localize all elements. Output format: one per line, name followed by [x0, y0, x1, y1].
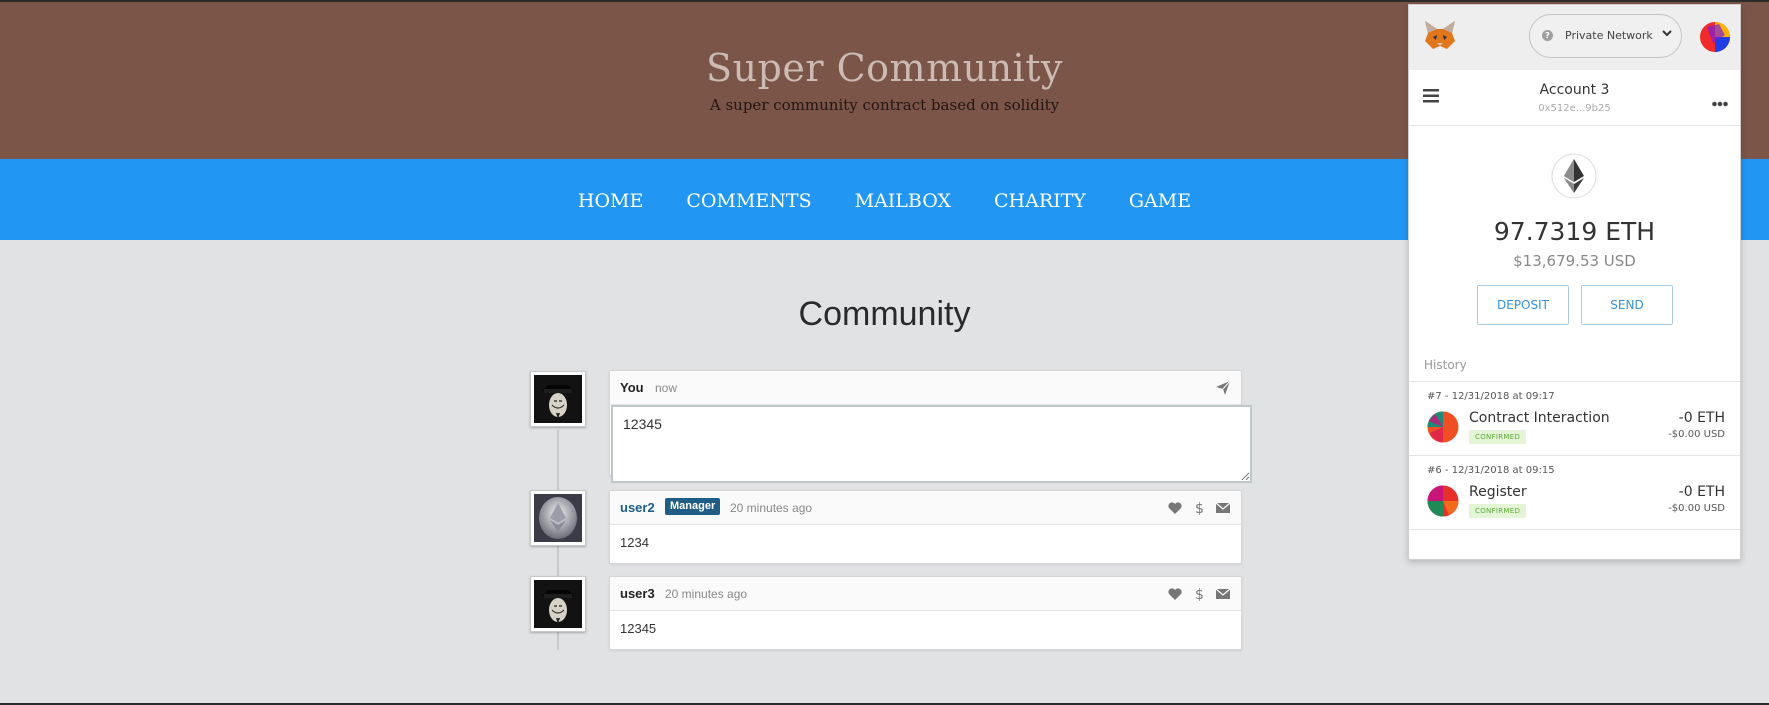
metamask-popup: ? Private Network Account 3 0x512e...9b2… — [1408, 4, 1741, 560]
dollar-icon[interactable]: $ — [1191, 500, 1207, 517]
network-label: Private Network — [1565, 29, 1653, 42]
avatar-user2 — [530, 490, 586, 546]
nav-home[interactable]: HOME — [578, 190, 643, 212]
nav-mailbox[interactable]: MAILBOX — [855, 190, 951, 212]
svg-text:$: $ — [1195, 501, 1204, 516]
send-button[interactable]: SEND — [1581, 285, 1673, 325]
contract-icon — [1427, 485, 1459, 521]
transaction-usd: -$0.00 USD — [1668, 429, 1725, 440]
chevron-down-icon — [1661, 27, 1673, 42]
history-title: History — [1424, 358, 1467, 372]
more-options-icon[interactable] — [1712, 92, 1728, 107]
transaction-row[interactable]: #6 - 12/31/2018 at 09:15 Register CONFIR… — [1409, 455, 1740, 530]
transaction-meta: #7 - 12/31/2018 at 09:17 — [1427, 391, 1555, 402]
nav-charity[interactable]: CHARITY — [994, 190, 1086, 212]
mail-icon[interactable] — [1215, 500, 1231, 516]
transaction-amount: -0 ETH — [1678, 484, 1725, 500]
account-name[interactable]: Account 3 — [1409, 82, 1740, 98]
ethereum-icon — [1551, 153, 1597, 203]
metamask-topbar: ? Private Network — [1409, 5, 1740, 70]
composer-header: You now — [610, 371, 1241, 405]
comment-card: user3 20 minutes ago $ 12345 — [609, 576, 1242, 650]
status-badge: CONFIRMED — [1469, 430, 1527, 444]
mail-icon[interactable] — [1215, 586, 1231, 602]
fiat-balance: $13,679.53 USD — [1513, 252, 1636, 270]
transaction-name: Contract Interaction — [1469, 410, 1610, 426]
help-icon: ? — [1542, 30, 1553, 41]
composer-card: You now — [609, 370, 1252, 483]
send-icon[interactable] — [1215, 380, 1231, 396]
avatar-user3 — [530, 576, 586, 632]
eth-balance: 97.7319 ETH — [1493, 217, 1656, 246]
avatar-you — [530, 371, 586, 427]
contract-icon — [1427, 411, 1459, 447]
comment-user[interactable]: user3 — [620, 586, 655, 601]
status-badge: CONFIRMED — [1469, 504, 1527, 518]
heart-icon[interactable] — [1167, 586, 1183, 602]
deposit-button[interactable]: DEPOSIT — [1477, 285, 1569, 325]
comment-user[interactable]: user2 — [620, 500, 655, 515]
transaction-name: Register — [1469, 484, 1527, 500]
comment-text: 1234 — [620, 535, 649, 550]
nav-game[interactable]: GAME — [1129, 190, 1191, 212]
ethereum-coin-icon — [534, 494, 582, 542]
svg-text:$: $ — [1195, 587, 1204, 602]
masked-avatar-icon — [534, 580, 582, 628]
transaction-amount: -0 ETH — [1678, 410, 1725, 426]
comment-time: 20 minutes ago — [730, 501, 813, 515]
comment-text: 12345 — [620, 621, 657, 636]
metamask-fox-icon[interactable] — [1423, 19, 1457, 55]
account-address[interactable]: 0x512e...9b25 — [1409, 103, 1740, 114]
account-identicon[interactable] — [1699, 21, 1731, 57]
composer-user: You — [620, 380, 644, 395]
comment-time: 20 minutes ago — [665, 587, 748, 601]
transaction-row[interactable]: #7 - 12/31/2018 at 09:17 Contract Intera… — [1409, 381, 1740, 455]
page: Super Community A super community contra… — [0, 2, 1769, 703]
heart-icon[interactable] — [1167, 500, 1183, 516]
composer-time: now — [655, 381, 678, 395]
account-row: Account 3 0x512e...9b25 — [1409, 70, 1740, 126]
transaction-usd: -$0.00 USD — [1668, 503, 1725, 514]
nav-comments[interactable]: COMMENTS — [686, 190, 811, 212]
masked-avatar-icon — [534, 375, 582, 423]
comment-card: user2 Manager 20 minutes ago $ 1234 — [609, 490, 1242, 564]
network-selector[interactable]: ? Private Network — [1529, 14, 1682, 58]
dollar-icon[interactable]: $ — [1191, 586, 1207, 603]
transaction-meta: #6 - 12/31/2018 at 09:15 — [1427, 465, 1555, 476]
role-badge: Manager — [665, 498, 721, 515]
comment-input[interactable] — [611, 405, 1252, 483]
